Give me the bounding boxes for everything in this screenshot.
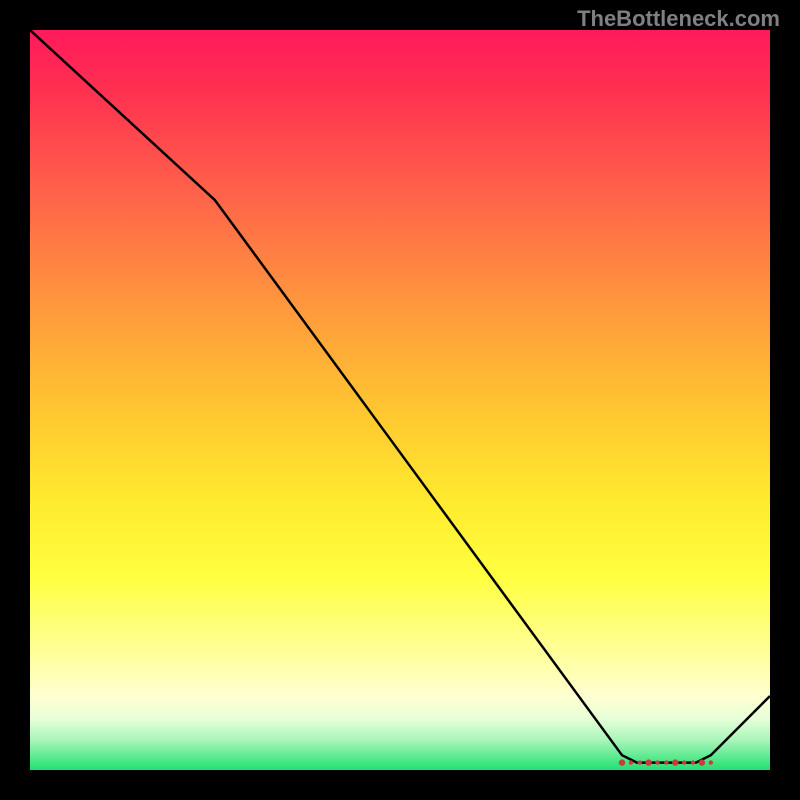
marker-dot: [664, 760, 668, 764]
marker-dot: [655, 760, 659, 764]
marker-dot: [672, 759, 678, 765]
marker-dot: [629, 760, 633, 764]
chart-plot-area: [30, 30, 770, 770]
marker-dot: [645, 759, 651, 765]
marker-dot: [619, 759, 625, 765]
marker-dot: [699, 759, 705, 765]
marker-dot: [682, 760, 686, 764]
watermark-label: TheBottleneck.com: [577, 6, 780, 32]
marker-dot: [691, 760, 695, 764]
bottleneck-line: [30, 30, 770, 763]
marker-dot: [638, 760, 642, 764]
chart-svg: [30, 30, 770, 770]
marker-dot: [709, 760, 713, 764]
